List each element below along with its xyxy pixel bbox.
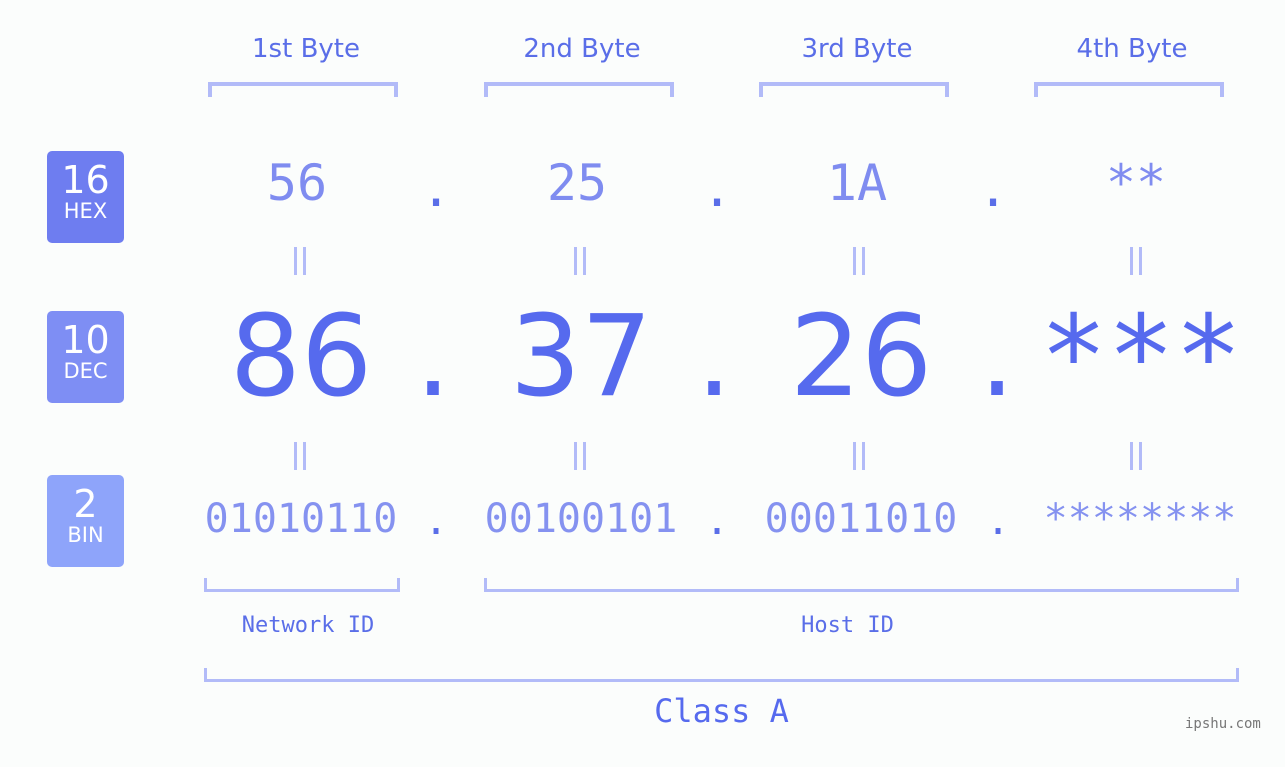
bin-separator: . [423,498,449,544]
hex-base-number: 16 [61,158,110,202]
dec-byte-4: *** [1039,292,1243,422]
watermark: ipshu.com [1185,716,1261,732]
dec-byte-3: 26 [789,292,933,422]
hex-separator: . [977,160,1009,218]
hex-base-label: HEX [63,199,108,223]
dec-base-label: DEC [63,359,108,383]
bin-byte-4: ******** [1043,496,1237,542]
hex-byte-4: ** [1105,154,1167,212]
byte-header-4: 4th Byte [1076,34,1188,64]
equals-icon [293,247,307,275]
byte-bracket-3 [759,82,949,97]
hex-byte-3: 1A [826,154,888,212]
equals-icon [1129,442,1143,470]
class-label: Class A [654,692,789,730]
byte-bracket-4 [1034,82,1224,97]
dec-separator: . [696,292,732,422]
dec-separator: . [415,292,451,422]
dec-base-badge: 10 DEC [47,311,124,403]
hex-separator: . [420,160,452,218]
dec-separator: . [979,292,1015,422]
byte-header-1: 1st Byte [252,34,360,64]
bin-byte-3: 00011010 [764,496,958,542]
network-id-label: Network ID [241,613,375,638]
byte-bracket-2 [484,82,674,97]
equals-icon [573,247,587,275]
equals-icon [573,442,587,470]
dec-byte-2: 37 [509,292,653,422]
bin-byte-2: 00100101 [484,496,678,542]
byte-header-2: 2nd Byte [523,34,641,64]
host-id-bracket [484,578,1239,592]
network-id-bracket [204,578,400,592]
hex-separator: . [701,160,733,218]
equals-icon [293,442,307,470]
hex-byte-1: 56 [266,154,328,212]
equals-icon [1129,247,1143,275]
class-bracket [204,668,1239,682]
bin-base-label: BIN [67,523,104,547]
hex-base-badge: 16 HEX [47,151,124,243]
host-id-label: Host ID [801,613,894,638]
byte-bracket-1 [208,82,398,97]
dec-base-number: 10 [61,318,110,362]
bin-base-number: 2 [73,482,98,526]
dec-byte-1: 86 [229,292,373,422]
equals-icon [852,442,866,470]
bin-base-badge: 2 BIN [47,475,124,567]
hex-byte-2: 25 [546,154,608,212]
bin-byte-1: 01010110 [204,496,398,542]
equals-icon [852,247,866,275]
byte-header-3: 3rd Byte [801,34,913,64]
